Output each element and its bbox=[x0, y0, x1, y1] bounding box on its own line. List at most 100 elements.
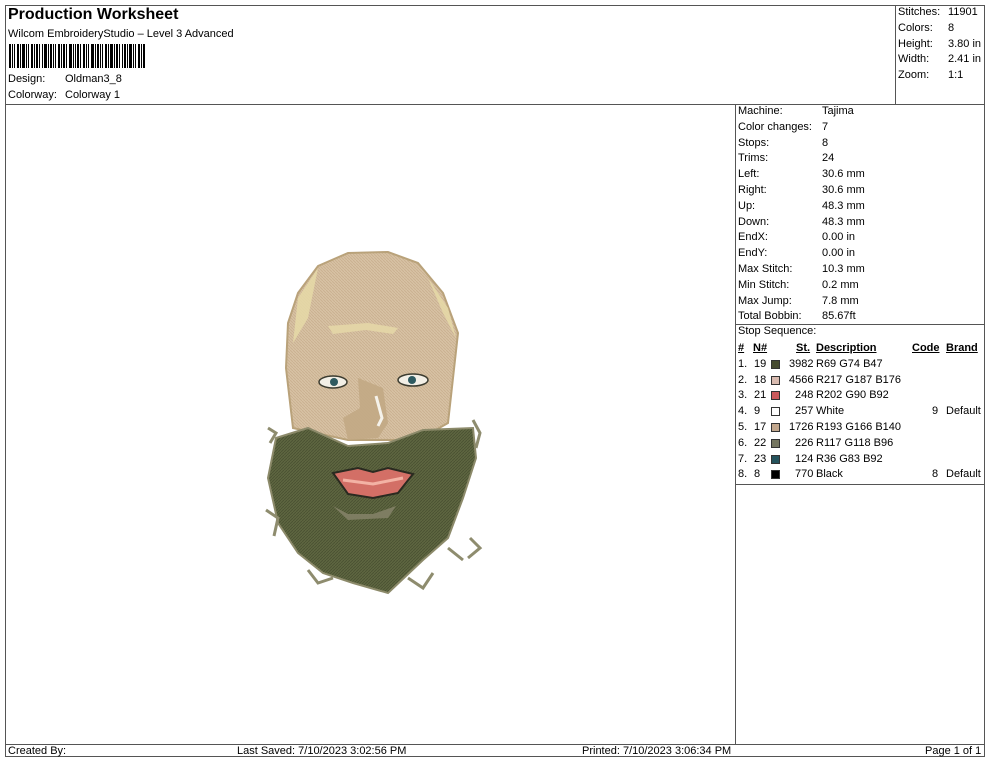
summary-value: 3.80 in bbox=[948, 37, 982, 50]
last-saved: Last Saved: 7/10/2023 3:02:56 PM bbox=[237, 745, 407, 757]
detail-row: Max Jump: 7.8 mm bbox=[738, 294, 984, 310]
detail-row: Left: 30.6 mm bbox=[738, 167, 984, 183]
detail-row: Total Bobbin: 85.67ft bbox=[738, 309, 984, 325]
summary-row: Height: 3.80 in bbox=[898, 37, 986, 53]
detail-row: Min Stitch: 0.2 mm bbox=[738, 278, 984, 294]
stop-brand: Default bbox=[946, 405, 981, 418]
summary-key: Zoom: bbox=[898, 69, 930, 82]
stop-row: 8. 8 770 Black 8 Default bbox=[736, 467, 986, 483]
color-swatch bbox=[771, 438, 780, 448]
detail-key: Max Stitch: bbox=[738, 262, 793, 275]
stop-index: 3. bbox=[738, 389, 748, 402]
table-header: # N# St. Description Code Brand bbox=[736, 341, 986, 357]
detail-row: EndX: 0.00 in bbox=[738, 230, 984, 246]
stops-divider bbox=[735, 484, 985, 485]
design-row: Design: Oldman3_8 bbox=[8, 73, 122, 85]
detail-value: 0.00 in bbox=[822, 247, 856, 260]
detail-key: Max Jump: bbox=[738, 294, 792, 307]
col-num: # bbox=[738, 342, 745, 354]
color-swatch bbox=[771, 454, 780, 464]
stop-description: R202 G90 B92 bbox=[816, 389, 889, 402]
page-number: Page 1 of 1 bbox=[925, 745, 982, 757]
summary-key: Width: bbox=[898, 53, 930, 66]
stop-row: 2. 18 4566 R217 G187 B176 bbox=[736, 373, 986, 389]
stop-description: Black bbox=[816, 468, 843, 481]
stop-brand: Default bbox=[946, 468, 981, 481]
design-value: Oldman3_8 bbox=[65, 73, 122, 85]
stop-row: 7. 23 124 R36 G83 B92 bbox=[736, 452, 986, 468]
stop-sequence-label: Stop Sequence: bbox=[738, 325, 817, 337]
created-by: Created By: bbox=[8, 745, 67, 757]
stop-index: 2. bbox=[738, 373, 748, 386]
stop-stitches: 226 bbox=[795, 436, 814, 449]
stop-index: 7. bbox=[738, 452, 748, 465]
detail-value: 7.8 mm bbox=[822, 294, 859, 307]
color-swatch bbox=[771, 391, 780, 401]
detail-row: Right: 30.6 mm bbox=[738, 183, 984, 199]
colorway-row: Colorway: Colorway 1 bbox=[8, 89, 120, 101]
detail-row: Up: 48.3 mm bbox=[738, 199, 984, 215]
stop-description: R217 G187 B176 bbox=[816, 373, 902, 386]
color-swatch bbox=[771, 470, 780, 480]
page-title: Production Worksheet bbox=[8, 6, 179, 23]
detail-value: 48.3 mm bbox=[822, 215, 865, 228]
col-code: Code bbox=[912, 342, 940, 354]
stop-stitches: 257 bbox=[795, 405, 814, 418]
stop-sequence-table: # N# St. Description Code Brand 1. 19 3982… bbox=[736, 341, 986, 483]
detail-row: Max Stitch: 10.3 mm bbox=[738, 262, 984, 278]
detail-key: Total Bobbin: bbox=[738, 310, 802, 323]
detail-key: Down: bbox=[738, 215, 770, 228]
color-swatch bbox=[771, 375, 780, 385]
stop-description: R117 G118 B96 bbox=[816, 436, 894, 449]
col-stitches: St. bbox=[796, 342, 811, 354]
detail-row: Down: 48.3 mm bbox=[738, 215, 984, 231]
stop-index: 5. bbox=[738, 420, 748, 433]
detail-value: 0.2 mm bbox=[822, 278, 859, 291]
detail-key: Left: bbox=[738, 168, 760, 181]
software-name: Wilcom EmbroideryStudio – Level 3 Advanc… bbox=[8, 28, 234, 40]
detail-value: 24 bbox=[822, 152, 835, 165]
stop-needle: 19 bbox=[754, 357, 767, 370]
stop-row: 3. 21 248 R202 G90 B92 bbox=[736, 388, 986, 404]
stop-stitches: 4566 bbox=[789, 373, 814, 386]
detail-row: EndY: 0.00 in bbox=[738, 246, 984, 262]
colorway-label: Colorway: bbox=[8, 89, 57, 101]
detail-value: 10.3 mm bbox=[822, 262, 865, 275]
summary-divider bbox=[895, 5, 896, 104]
barcode-icon bbox=[9, 44, 145, 68]
stop-stitches: 124 bbox=[795, 452, 814, 465]
color-swatch bbox=[771, 359, 780, 369]
col-brand: Brand bbox=[946, 342, 978, 354]
detail-row: Stops: 8 bbox=[738, 136, 984, 152]
summary-value: 1:1 bbox=[948, 69, 964, 82]
stop-needle: 9 bbox=[754, 405, 761, 418]
summary-row: Colors: 8 bbox=[898, 21, 986, 37]
summary-key: Height: bbox=[898, 37, 933, 50]
stop-needle: 23 bbox=[754, 452, 767, 465]
summary-key: Colors: bbox=[898, 21, 933, 34]
col-needle: N# bbox=[753, 342, 768, 354]
stop-row: 6. 22 226 R117 G118 B96 bbox=[736, 436, 986, 452]
detail-value: 85.67ft bbox=[822, 310, 856, 323]
stop-stitches: 770 bbox=[795, 468, 814, 481]
stop-description: White bbox=[816, 405, 845, 418]
footer-divider bbox=[5, 744, 985, 745]
design-label: Design: bbox=[8, 73, 46, 85]
stop-row: 1. 19 3982 R69 G74 B47 bbox=[736, 357, 986, 373]
summary-panel: Stitches: 11901 Colors: 8 Height: 3.80 in W… bbox=[898, 5, 986, 84]
color-swatch bbox=[771, 407, 780, 417]
detail-row: Machine: Tajima bbox=[738, 104, 984, 120]
printed-date: Printed: 7/10/2023 3:06:34 PM bbox=[582, 745, 732, 757]
summary-row: Zoom: 1:1 bbox=[898, 68, 986, 84]
colorway-value: Colorway 1 bbox=[65, 89, 121, 101]
stop-index: 6. bbox=[738, 436, 748, 449]
stop-row: 5. 17 1726 R193 G166 B140 bbox=[736, 420, 986, 436]
summary-value: 2.41 in bbox=[948, 53, 982, 66]
detail-key: Color changes: bbox=[738, 120, 812, 133]
stop-index: 4. bbox=[738, 405, 748, 418]
summary-value: 8 bbox=[948, 21, 955, 34]
stop-needle: 17 bbox=[754, 420, 767, 433]
detail-key: Machine: bbox=[738, 105, 783, 117]
stop-index: 1. bbox=[738, 357, 748, 370]
detail-key: Min Stitch: bbox=[738, 278, 790, 291]
